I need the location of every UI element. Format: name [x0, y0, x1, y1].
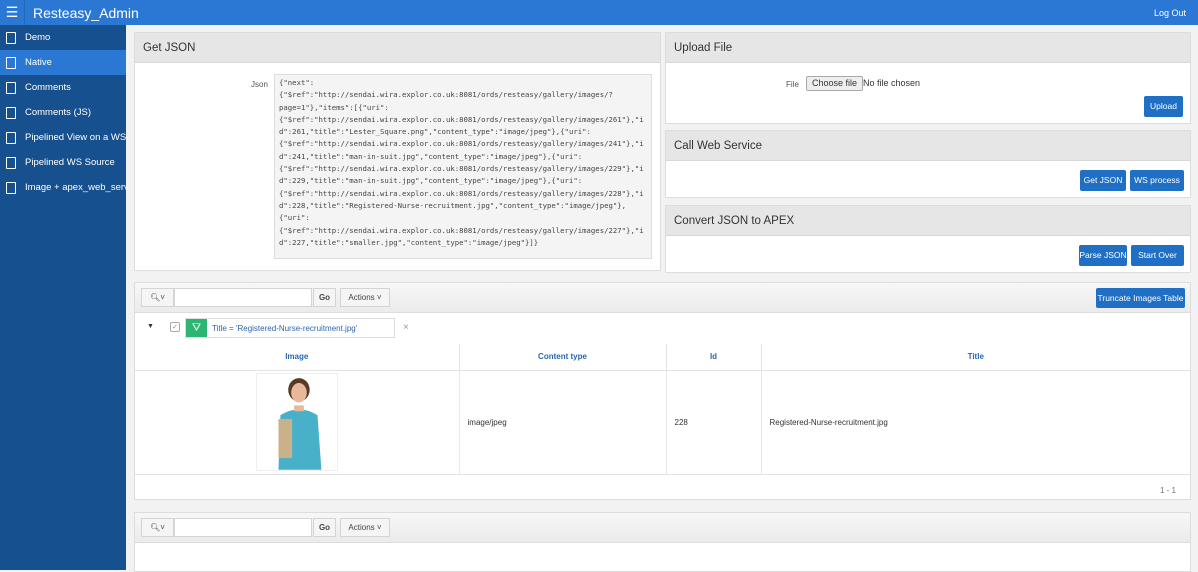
sidebar-item-label: Demo [25, 32, 51, 43]
sidebar-item-image-apex[interactable]: Image + apex_web_servi... [0, 175, 126, 200]
go-button[interactable]: Go [313, 288, 336, 307]
page-icon [6, 56, 16, 69]
go-button[interactable]: Go [313, 518, 336, 537]
pagination: 1 - 1 [1159, 486, 1176, 495]
region-title: Call Web Service [666, 131, 1190, 161]
get-json-region: Get JSON Json {"next":{"$ref":"http://se… [134, 32, 661, 271]
sidebar-item-label: Pipelined WS Source [25, 157, 115, 168]
search-column-icon[interactable]: 🔍︎˅ [141, 518, 174, 537]
page-icon [6, 31, 16, 44]
column-header-title[interactable]: Title [761, 344, 1190, 371]
sidebar-item-label: Comments [25, 82, 71, 93]
column-header-content-type[interactable]: Content type [459, 344, 667, 371]
report-toolbar: 🔍︎˅ Go Actions ˅ Truncate Images Table [135, 283, 1190, 313]
sidebar-item-native[interactable]: Native [0, 50, 126, 75]
actions-menu-button[interactable]: Actions ˅ [340, 288, 390, 307]
sidebar-item-pipelined-ws-source[interactable]: Pipelined WS Source [0, 150, 126, 175]
page-icon [6, 131, 16, 144]
report-toolbar: 🔍︎˅ Go Actions ˅ [135, 513, 1190, 543]
column-header-image[interactable]: Image [135, 344, 460, 371]
sidebar-item-label: Native [25, 57, 52, 68]
search-input[interactable] [174, 288, 312, 307]
json-textarea[interactable]: {"next":{"$ref":"http://sendai.wira.expl… [274, 74, 652, 259]
content-type-cell: image/jpeg [459, 370, 667, 475]
title-cell: Registered-Nurse-recruitment.jpg [761, 370, 1190, 475]
actions-menu-button[interactable]: Actions ˅ [340, 518, 390, 537]
menu-icon[interactable]: ☰ [0, 0, 25, 25]
second-report: 🔍︎˅ Go Actions ˅ [134, 512, 1191, 572]
search-column-icon[interactable]: 🔍︎˅ [141, 288, 174, 307]
page-icon [6, 81, 16, 94]
page-icon [6, 181, 16, 194]
call-web-service-region: Call Web Service Get JSON WS process [665, 130, 1191, 198]
parse-json-button[interactable]: Parse JSON [1079, 245, 1127, 266]
convert-json-region: Convert JSON to APEX Parse JSON Start Ov… [665, 205, 1191, 273]
actions-label: Actions [348, 523, 375, 532]
region-title: Convert JSON to APEX [666, 206, 1190, 236]
remove-filter-icon[interactable]: × [403, 322, 409, 333]
sidebar: Demo Native Comments Comments (JS) Pipel… [0, 25, 126, 570]
table-row: image/jpeg 228 Registered-Nurse-recruitm… [135, 370, 1190, 475]
sidebar-item-label: Image + apex_web_servi... [25, 182, 126, 193]
report-table: Image Content type Id Title image/jpeg 2… [135, 344, 1190, 475]
actions-label: Actions [348, 293, 375, 302]
app-title[interactable]: Resteasy_Admin [33, 5, 139, 21]
json-label: Json [251, 80, 268, 89]
page-icon [6, 106, 16, 119]
get-json-button[interactable]: Get JSON [1080, 170, 1126, 191]
upload-file-region: Upload File File Choose file No file cho… [665, 32, 1191, 124]
region-title: Get JSON [135, 33, 660, 63]
logout-link[interactable]: Log Out [1154, 8, 1186, 18]
sidebar-item-comments-js[interactable]: Comments (JS) [0, 100, 126, 125]
sidebar-item-pipelined-view[interactable]: Pipelined View on a WS ... [0, 125, 126, 150]
start-over-button[interactable]: Start Over [1131, 245, 1184, 266]
images-report: 🔍︎˅ Go Actions ˅ Truncate Images Table ▼… [134, 282, 1191, 500]
search-input[interactable] [174, 518, 312, 537]
filter-text[interactable]: Title = 'Registered-Nurse-recruitment.jp… [212, 324, 357, 333]
filter-enable-checkbox[interactable]: ✓ [170, 322, 180, 332]
no-file-text: No file chosen [863, 78, 921, 88]
choose-file-button[interactable]: Choose file [806, 76, 864, 91]
column-header-id[interactable]: Id [666, 344, 762, 371]
collapse-filter-icon[interactable]: ▼ [147, 323, 154, 330]
page-icon [6, 156, 16, 169]
filter-chip[interactable]: ⛛ Title = 'Registered-Nurse-recruitment.… [185, 318, 395, 338]
top-bar: ☰ Resteasy_Admin Log Out [0, 0, 1198, 25]
truncate-images-table-button[interactable]: Truncate Images Table [1096, 288, 1185, 308]
sidebar-item-label: Comments (JS) [25, 107, 91, 118]
sidebar-item-comments[interactable]: Comments [0, 75, 126, 100]
upload-button[interactable]: Upload [1144, 96, 1183, 117]
image-cell [135, 370, 460, 475]
filter-icon: ⛛ [186, 319, 207, 337]
sidebar-item-demo[interactable]: Demo [0, 25, 126, 50]
nurse-image [255, 373, 338, 471]
sidebar-item-label: Pipelined View on a WS ... [25, 132, 126, 143]
region-title: Upload File [666, 33, 1190, 63]
ws-process-button[interactable]: WS process [1130, 170, 1184, 191]
file-label: File [786, 80, 799, 89]
id-cell: 228 [666, 370, 762, 475]
